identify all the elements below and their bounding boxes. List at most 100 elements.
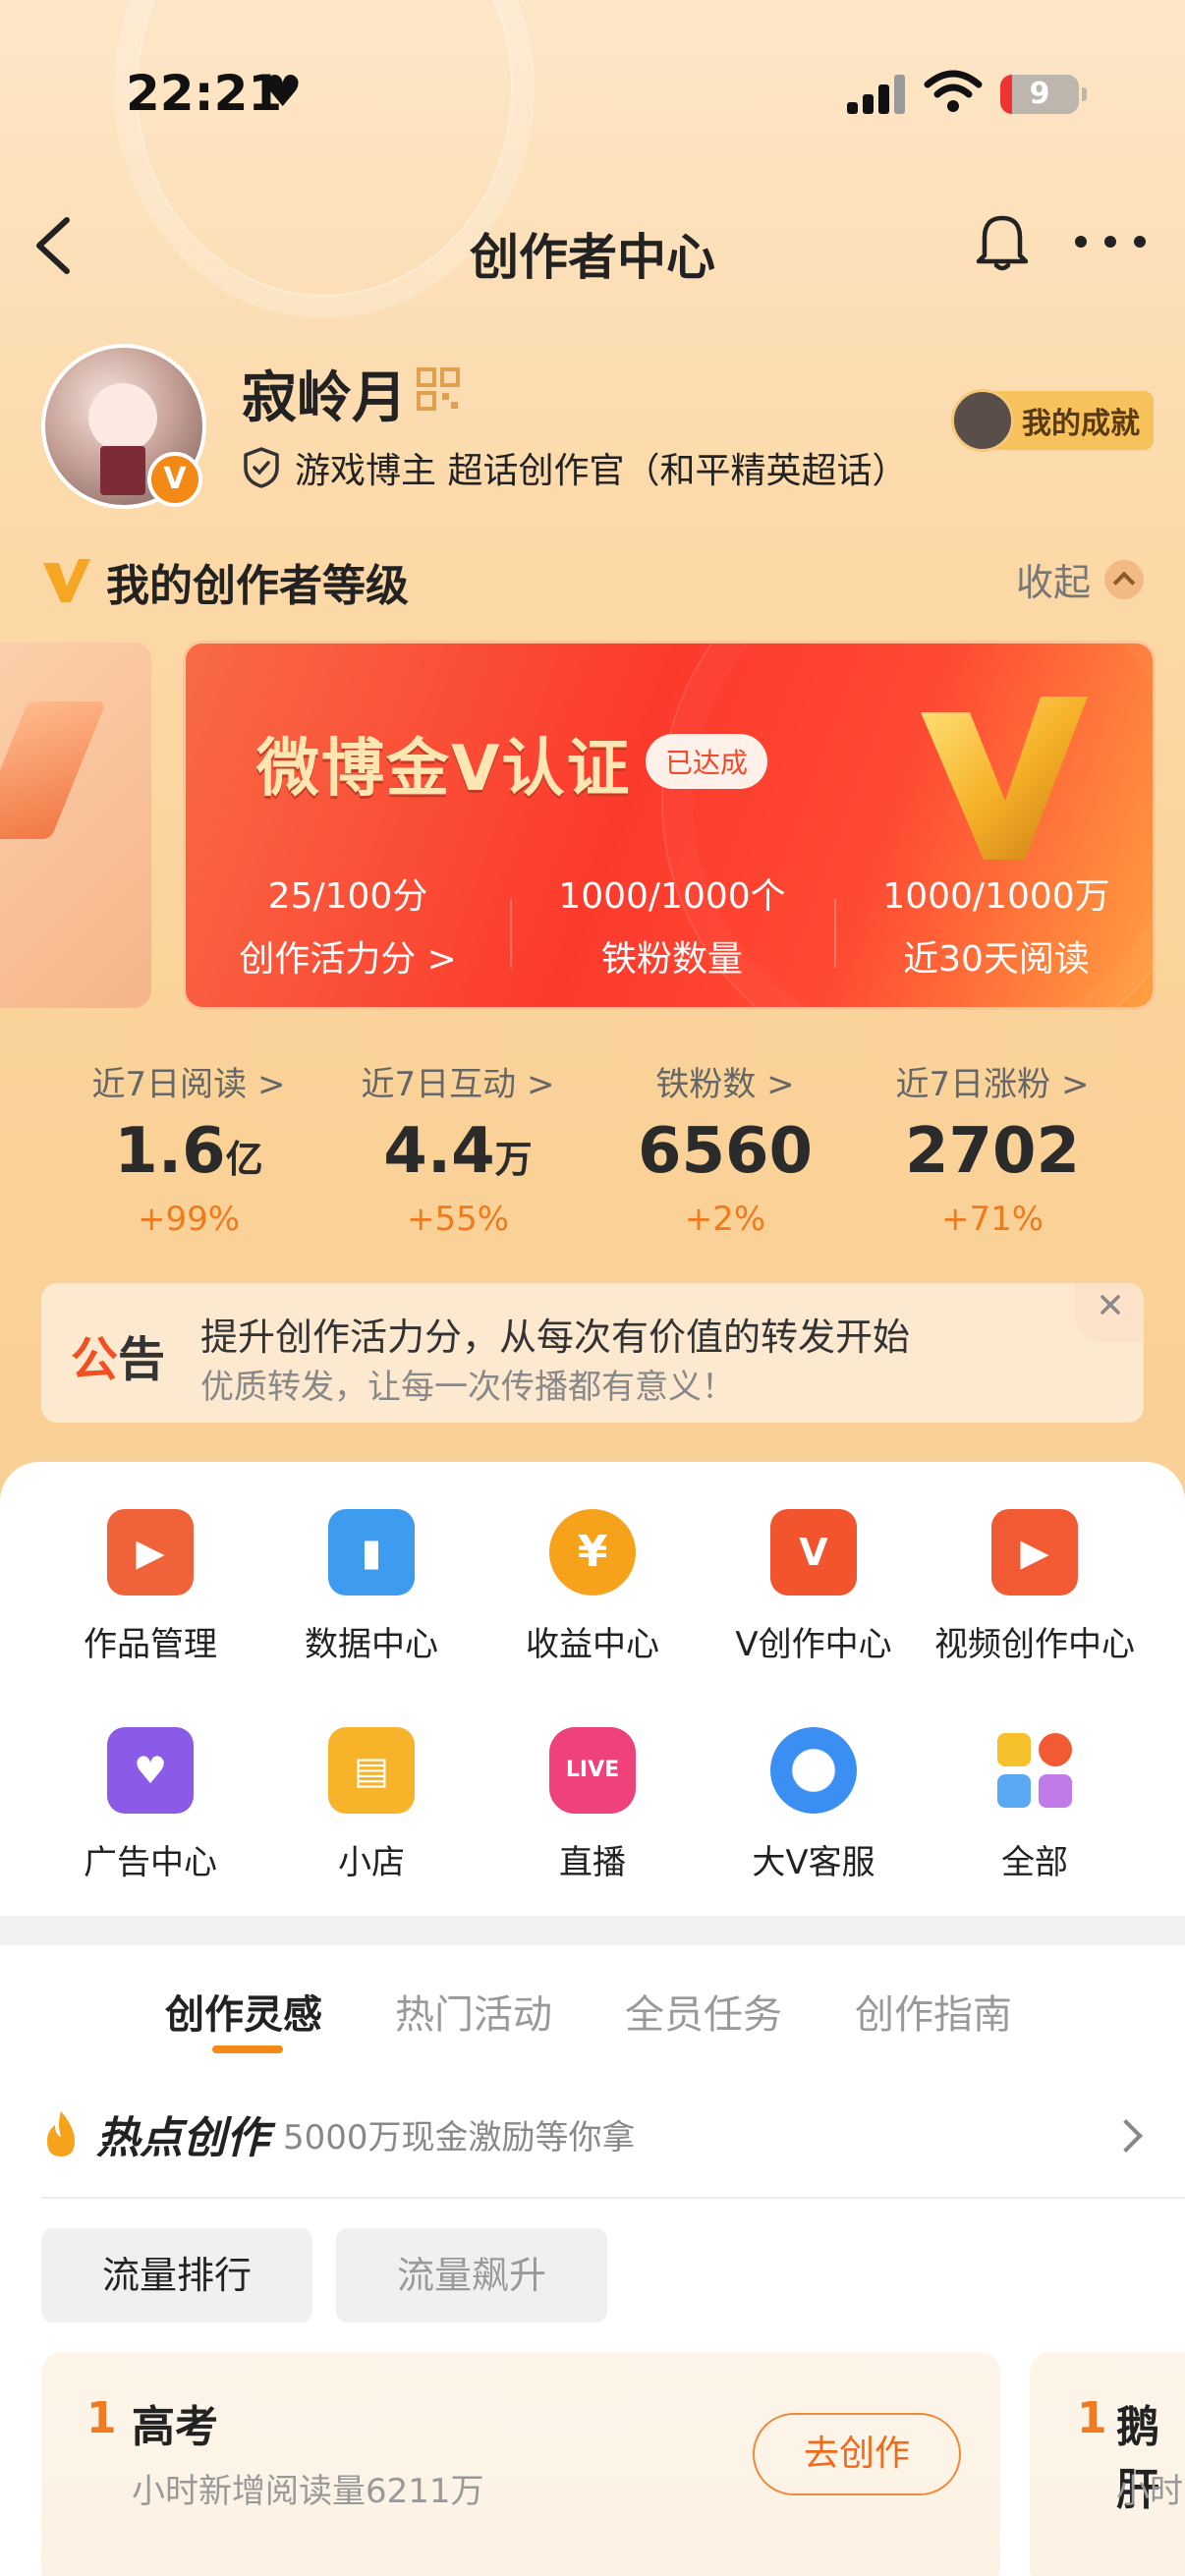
all-apps-icon bbox=[991, 1727, 1078, 1814]
qr-code-icon[interactable] bbox=[417, 367, 460, 411]
announcement-tag: 公告 bbox=[71, 1332, 166, 1387]
divider bbox=[41, 2197, 1185, 2199]
achievement-icon bbox=[951, 389, 1014, 452]
metric-iron-fans[interactable]: 铁粉数 > 6560 +2% bbox=[578, 1057, 873, 1239]
tool-v-create[interactable]: V V创作中心 bbox=[701, 1509, 927, 1665]
hot-creation-subtitle: 5000万现金激励等你拿 bbox=[283, 2117, 636, 2157]
metric-delta: +55% bbox=[406, 1200, 510, 1239]
stat-label: 创作活力分 > bbox=[239, 939, 457, 980]
fire-icon bbox=[47, 2111, 75, 2156]
achieved-badge: 已达成 bbox=[646, 734, 768, 789]
tool-label: V创作中心 bbox=[735, 1625, 892, 1664]
metric-label: 铁粉数 > bbox=[655, 1065, 795, 1104]
folder-play-icon: ▶ bbox=[107, 1509, 194, 1596]
metric-value: 6560 bbox=[637, 1115, 814, 1188]
tool-label: 作品管理 bbox=[84, 1625, 217, 1664]
ad-heart-icon: ♥ bbox=[107, 1727, 194, 1814]
tool-data-chart[interactable]: ▮ 数据中心 bbox=[258, 1509, 484, 1665]
tool-label: 全部 bbox=[1001, 1843, 1068, 1882]
stat-value: 1000/1000个 bbox=[558, 876, 786, 917]
topic-name: 高考 bbox=[132, 2402, 218, 2452]
bell-icon[interactable] bbox=[973, 210, 1032, 273]
tool-label: 视频创作中心 bbox=[934, 1625, 1135, 1664]
tool-shop[interactable]: ▤ 小店 bbox=[258, 1727, 484, 1883]
tagline-text: 游戏博主 超话创作官（和平精英超话） bbox=[295, 451, 908, 491]
tool-all-apps[interactable]: 全部 bbox=[922, 1727, 1148, 1883]
filter-traffic-surge[interactable]: 流量飙升 bbox=[336, 2228, 607, 2323]
customer-service-icon bbox=[770, 1727, 857, 1814]
vitality-score-stat[interactable]: 25/100分 创作活力分 > bbox=[186, 868, 510, 981]
hot-creation-header[interactable]: 热点创作 5000万现金激励等你拿 bbox=[41, 2102, 636, 2165]
close-icon[interactable] bbox=[1075, 1283, 1144, 1342]
metric-reads-7d[interactable]: 近7日阅读 > 1.6亿 +99% bbox=[41, 1057, 336, 1239]
metric-delta: +71% bbox=[940, 1200, 1044, 1239]
stat-label: 近30天阅读 bbox=[903, 939, 1090, 980]
announcement-title: 提升创作活力分，从每次有价值的转发开始 bbox=[200, 1316, 911, 1359]
status-bar: 22:21 ♥ 9 bbox=[0, 0, 1185, 122]
metric-interactions-7d[interactable]: 近7日互动 > 4.4万 +55% bbox=[310, 1057, 605, 1239]
rank-card[interactable]: 1 鹅肝 小时 bbox=[1030, 2352, 1185, 2576]
filter-traffic-rank[interactable]: 流量排行 bbox=[41, 2228, 312, 2323]
reads-30d-stat: 1000/1000万 近30天阅读 bbox=[834, 868, 1153, 981]
shop-icon: ▤ bbox=[328, 1727, 415, 1814]
tool-label: 数据中心 bbox=[305, 1625, 438, 1664]
previous-level-card[interactable] bbox=[0, 643, 151, 1008]
announcement-subtitle: 优质转发，让每一次传播都有意义！ bbox=[200, 1368, 735, 1407]
live-icon: LIVE bbox=[549, 1727, 636, 1814]
tab-hot-events[interactable]: 热门活动 bbox=[395, 1983, 552, 2040]
stat-value: 25/100分 bbox=[267, 876, 428, 917]
tool-live[interactable]: LIVE 直播 bbox=[480, 1727, 705, 1883]
tool-video-camera[interactable]: ▶ 视频创作中心 bbox=[922, 1509, 1148, 1665]
rank-number: 1 bbox=[1077, 2393, 1107, 2443]
metric-value: 2702 bbox=[904, 1115, 1081, 1188]
status-time: 22:21 bbox=[126, 65, 283, 122]
metric-label: 近7日互动 > bbox=[361, 1065, 555, 1104]
level-title: 我的创作者等级 bbox=[106, 561, 409, 611]
announcement-banner[interactable]: 公告 提升创作活力分，从每次有价值的转发开始 优质转发，让每一次传播都有意义！ bbox=[41, 1283, 1144, 1423]
tool-label: 收益中心 bbox=[526, 1625, 659, 1664]
tool-folder-play[interactable]: ▶ 作品管理 bbox=[37, 1509, 263, 1665]
go-create-button[interactable]: 去创作 bbox=[753, 2413, 961, 2495]
metric-new-fans-7d[interactable]: 近7日涨粉 > 2702 +71% bbox=[845, 1057, 1140, 1239]
gold-v-logo-icon bbox=[921, 697, 1088, 860]
gold-v-card[interactable]: 微博金V认证 已达成 25/100分 创作活力分 > 1000/1000个 铁粉… bbox=[183, 641, 1156, 1010]
wifi-icon bbox=[924, 70, 983, 112]
verified-badge: V bbox=[147, 452, 202, 507]
battery-icon: 9 bbox=[1000, 75, 1087, 114]
tool-label: 大V客服 bbox=[752, 1843, 875, 1882]
profile-tagline: 游戏博主 超话创作官（和平精英超话） bbox=[242, 442, 907, 493]
tab-creation-guide[interactable]: 创作指南 bbox=[855, 1983, 1012, 2040]
rank-number: 1 bbox=[86, 2393, 117, 2443]
achievement-label: 我的成就 bbox=[992, 391, 1154, 450]
tool-customer-service[interactable]: 大V客服 bbox=[701, 1727, 927, 1883]
achievement-button[interactable]: 我的成就 bbox=[951, 389, 1154, 452]
hot-creation-title: 热点创作 bbox=[96, 2113, 269, 2163]
tool-label: 小店 bbox=[338, 1843, 405, 1882]
collapse-label: 收起 bbox=[1016, 561, 1092, 604]
data-chart-icon: ▮ bbox=[328, 1509, 415, 1596]
username: 寂岭月 bbox=[242, 366, 407, 430]
metric-delta: +99% bbox=[137, 1200, 241, 1239]
cellular-signal-icon bbox=[847, 75, 906, 114]
tool-label: 直播 bbox=[559, 1843, 626, 1882]
rank-card[interactable]: 1 高考 小时新增阅读量6211万 去创作 bbox=[41, 2352, 1000, 2576]
yuan-coin-icon: ¥ bbox=[549, 1509, 636, 1596]
battery-level: 9 bbox=[1029, 77, 1050, 111]
metric-label: 近7日阅读 > bbox=[91, 1065, 286, 1104]
collapse-button[interactable]: 收起 bbox=[1016, 552, 1145, 606]
tab-inspiration[interactable]: 创作灵感 bbox=[165, 1983, 322, 2040]
stat-value: 1000/1000万 bbox=[882, 876, 1110, 917]
topic-reads: 小时新增阅读量6211万 bbox=[132, 2472, 484, 2511]
more-icon[interactable] bbox=[1075, 232, 1146, 252]
iron-fans-stat: 1000/1000个 铁粉数量 bbox=[510, 868, 834, 981]
tool-yuan-coin[interactable]: ¥ 收益中心 bbox=[480, 1509, 705, 1665]
tab-all-tasks[interactable]: 全员任务 bbox=[625, 1983, 782, 2040]
shield-icon bbox=[244, 447, 279, 488]
section-gap bbox=[0, 1916, 1185, 1945]
gold-v-icon bbox=[43, 559, 90, 602]
tool-label: 广告中心 bbox=[84, 1843, 217, 1882]
video-camera-icon: ▶ bbox=[991, 1509, 1078, 1596]
v-create-icon: V bbox=[770, 1509, 857, 1596]
creator-level-heading: 我的创作者等级 bbox=[41, 550, 409, 613]
tool-ad-heart[interactable]: ♥ 广告中心 bbox=[37, 1727, 263, 1883]
